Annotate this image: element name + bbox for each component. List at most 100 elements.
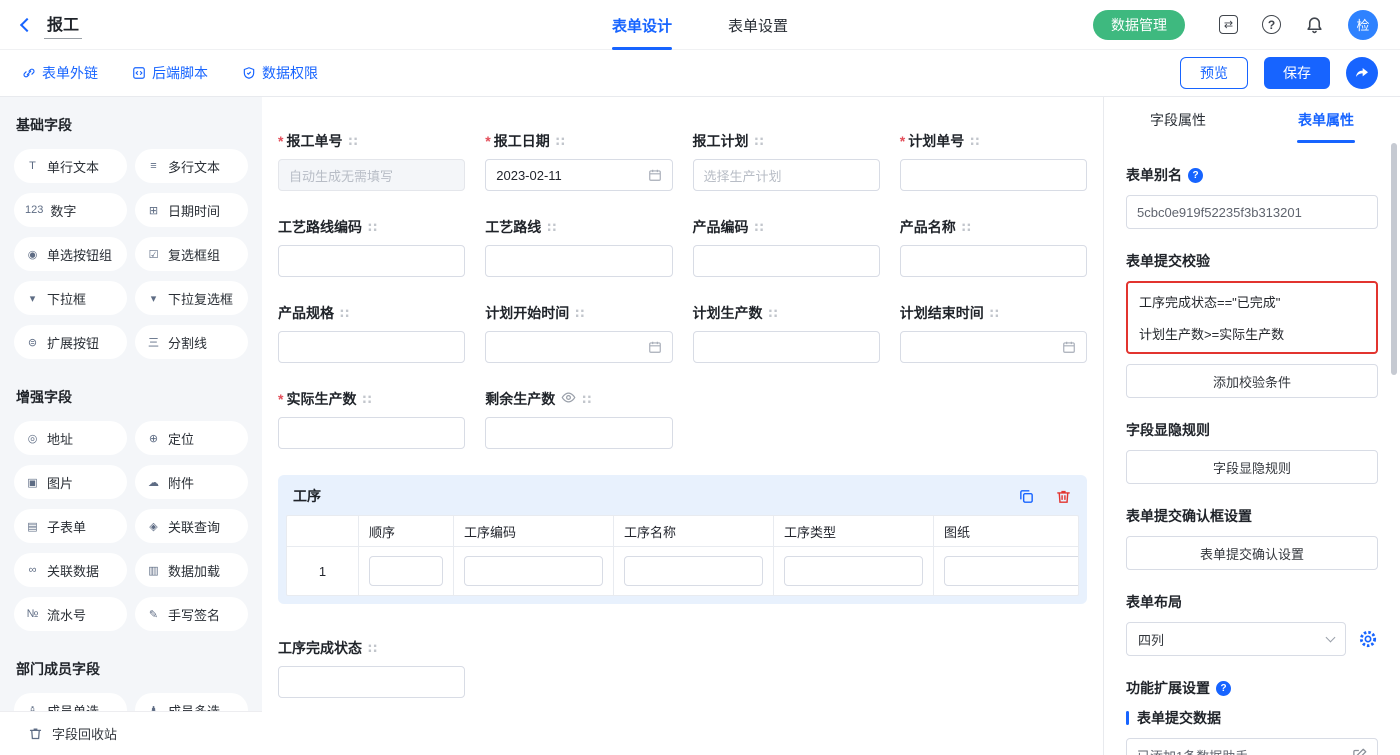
- drag-handle-icon[interactable]: ∷: [962, 221, 971, 234]
- drag-handle-icon[interactable]: ∷: [368, 221, 377, 234]
- layout-select[interactable]: 四列: [1126, 622, 1346, 656]
- form-field[interactable]: * 工艺路线编码 ∷: [278, 217, 465, 277]
- form-field[interactable]: * 实际生产数 ∷: [278, 389, 465, 449]
- sidebar-field-item[interactable]: 三 分割线: [135, 325, 248, 359]
- drag-handle-icon[interactable]: ∷: [755, 221, 764, 234]
- field-recycle-bin[interactable]: 字段回收站: [0, 711, 262, 755]
- drag-handle-icon[interactable]: ∷: [990, 307, 999, 320]
- sidebar-field-item[interactable]: ≡ 多行文本: [135, 149, 248, 183]
- sidebar-field-item[interactable]: ☁ 附件: [135, 465, 248, 499]
- field-input[interactable]: [900, 159, 1087, 191]
- workspace-switch-icon[interactable]: ⇄: [1219, 15, 1238, 34]
- form-field[interactable]: * 计划生产数 ∷: [693, 303, 880, 363]
- data-permission-item[interactable]: 数据权限: [242, 63, 318, 83]
- save-button[interactable]: 保存: [1264, 57, 1330, 89]
- drag-handle-icon[interactable]: ∷: [582, 393, 591, 406]
- subform-delete-button[interactable]: [1055, 488, 1072, 505]
- field-input[interactable]: 2023-02-11: [485, 159, 672, 191]
- form-field[interactable]: * 剩余生产数 ∷: [485, 389, 672, 449]
- alias-help-icon[interactable]: ?: [1188, 168, 1203, 183]
- calendar-icon[interactable]: [648, 340, 662, 354]
- subform-cell-input[interactable]: [624, 556, 763, 586]
- preview-button[interactable]: 预览: [1180, 57, 1248, 89]
- sidebar-field-item[interactable]: ▾ 下拉框: [14, 281, 127, 315]
- sidebar-field-item[interactable]: 123 数字: [14, 193, 127, 227]
- backend-script-item[interactable]: 后端脚本: [132, 63, 208, 83]
- field-input[interactable]: [278, 417, 465, 449]
- field-input[interactable]: 自动生成无需填写: [278, 159, 465, 191]
- sidebar-field-item[interactable]: ▾ 下拉复选框: [135, 281, 248, 315]
- subform-cell-input[interactable]: [369, 556, 443, 586]
- sidebar-field-item[interactable]: ✎ 手写签名: [135, 597, 248, 631]
- sidebar-field-item[interactable]: ◈ 关联查询: [135, 509, 248, 543]
- calendar-icon[interactable]: [648, 168, 662, 182]
- form-field[interactable]: * 产品规格 ∷: [278, 303, 465, 363]
- data-manage-button[interactable]: 数据管理: [1093, 10, 1185, 40]
- sidebar-field-item[interactable]: ◉ 单选按钮组: [14, 237, 127, 271]
- form-field[interactable]: * 工艺路线 ∷: [485, 217, 672, 277]
- share-button[interactable]: [1346, 57, 1378, 89]
- field-input[interactable]: [485, 417, 672, 449]
- field-input[interactable]: [278, 331, 465, 363]
- sidebar-field-item[interactable]: ▣ 图片: [14, 465, 127, 499]
- validation-rule[interactable]: 计划生产数>=实际生产数: [1139, 324, 1365, 343]
- subform-cell-input[interactable]: [784, 556, 923, 586]
- form-field[interactable]: * 产品编码 ∷: [693, 217, 880, 277]
- sidebar-field-item[interactable]: ⊕ 定位: [135, 421, 248, 455]
- hidden-eye-icon[interactable]: [561, 390, 576, 408]
- field-input[interactable]: [900, 331, 1087, 363]
- avatar[interactable]: 检: [1348, 10, 1378, 40]
- form-field[interactable]: * 产品名称 ∷: [900, 217, 1087, 277]
- panel-scrollbar[interactable]: [1391, 143, 1397, 375]
- add-validation-button[interactable]: 添加校验条件: [1126, 364, 1378, 398]
- back-icon[interactable]: [20, 18, 34, 32]
- subform-copy-button[interactable]: [1018, 488, 1035, 505]
- tab-form-properties[interactable]: 表单属性: [1252, 97, 1400, 143]
- notification-bell-icon[interactable]: [1305, 15, 1324, 34]
- layout-gear-button[interactable]: [1358, 629, 1378, 649]
- form-field[interactable]: * 计划单号 ∷: [900, 131, 1087, 191]
- submit-data-helper[interactable]: 已添加1条数据助手: [1126, 738, 1378, 755]
- form-field[interactable]: * 计划结束时间 ∷: [900, 303, 1087, 363]
- drag-handle-icon[interactable]: ∷: [362, 393, 371, 406]
- drag-handle-icon[interactable]: ∷: [970, 135, 979, 148]
- sidebar-field-item[interactable]: T 单行文本: [14, 149, 127, 183]
- drag-handle-icon[interactable]: ∷: [340, 307, 349, 320]
- form-field[interactable]: * 报工日期 ∷ 2023-02-11: [485, 131, 672, 191]
- help-icon[interactable]: ?: [1262, 15, 1281, 34]
- visibility-rules-button[interactable]: 字段显隐规则: [1126, 450, 1378, 484]
- submit-confirm-button[interactable]: 表单提交确认设置: [1126, 536, 1378, 570]
- sidebar-field-item[interactable]: ⊞ 日期时间: [135, 193, 248, 227]
- subform-cell-input[interactable]: [944, 556, 1079, 586]
- form-field[interactable]: * 工序完成状态 ∷: [278, 638, 465, 698]
- drag-handle-icon[interactable]: ∷: [368, 642, 377, 655]
- form-field[interactable]: * 计划开始时间 ∷: [485, 303, 672, 363]
- drag-handle-icon[interactable]: ∷: [556, 135, 565, 148]
- drag-handle-icon[interactable]: ∷: [575, 307, 584, 320]
- field-input[interactable]: [278, 666, 465, 698]
- sidebar-field-item[interactable]: ◎ 地址: [14, 421, 127, 455]
- drag-handle-icon[interactable]: ∷: [769, 307, 778, 320]
- validation-rule[interactable]: 工序完成状态=="已完成": [1139, 292, 1365, 311]
- field-input[interactable]: [485, 331, 672, 363]
- drag-handle-icon[interactable]: ∷: [547, 221, 556, 234]
- tab-form-design[interactable]: 表单设计: [612, 0, 672, 50]
- field-input[interactable]: [485, 245, 672, 277]
- field-input[interactable]: [693, 245, 880, 277]
- sidebar-field-item[interactable]: ☑ 复选框组: [135, 237, 248, 271]
- sidebar-field-item[interactable]: ▤ 子表单: [14, 509, 127, 543]
- drag-handle-icon[interactable]: ∷: [755, 135, 764, 148]
- external-link-item[interactable]: 表单外链: [22, 63, 98, 83]
- sidebar-field-item[interactable]: ▥ 数据加载: [135, 553, 248, 587]
- subform-cell-input[interactable]: [464, 556, 603, 586]
- tab-field-properties[interactable]: 字段属性: [1104, 97, 1252, 143]
- sidebar-field-item[interactable]: ⊜ 扩展按钮: [14, 325, 127, 359]
- form-field[interactable]: * 报工计划 ∷ 选择生产计划: [693, 131, 880, 191]
- form-alias-input[interactable]: 5cbc0e919f52235f3b313201: [1126, 195, 1378, 229]
- sidebar-field-item[interactable]: № 流水号: [14, 597, 127, 631]
- form-field[interactable]: * 报工单号 ∷ 自动生成无需填写: [278, 131, 465, 191]
- extension-help-icon[interactable]: ?: [1216, 681, 1231, 696]
- sidebar-field-item[interactable]: ∞ 关联数据: [14, 553, 127, 587]
- field-input[interactable]: [900, 245, 1087, 277]
- field-input[interactable]: 选择生产计划: [693, 159, 880, 191]
